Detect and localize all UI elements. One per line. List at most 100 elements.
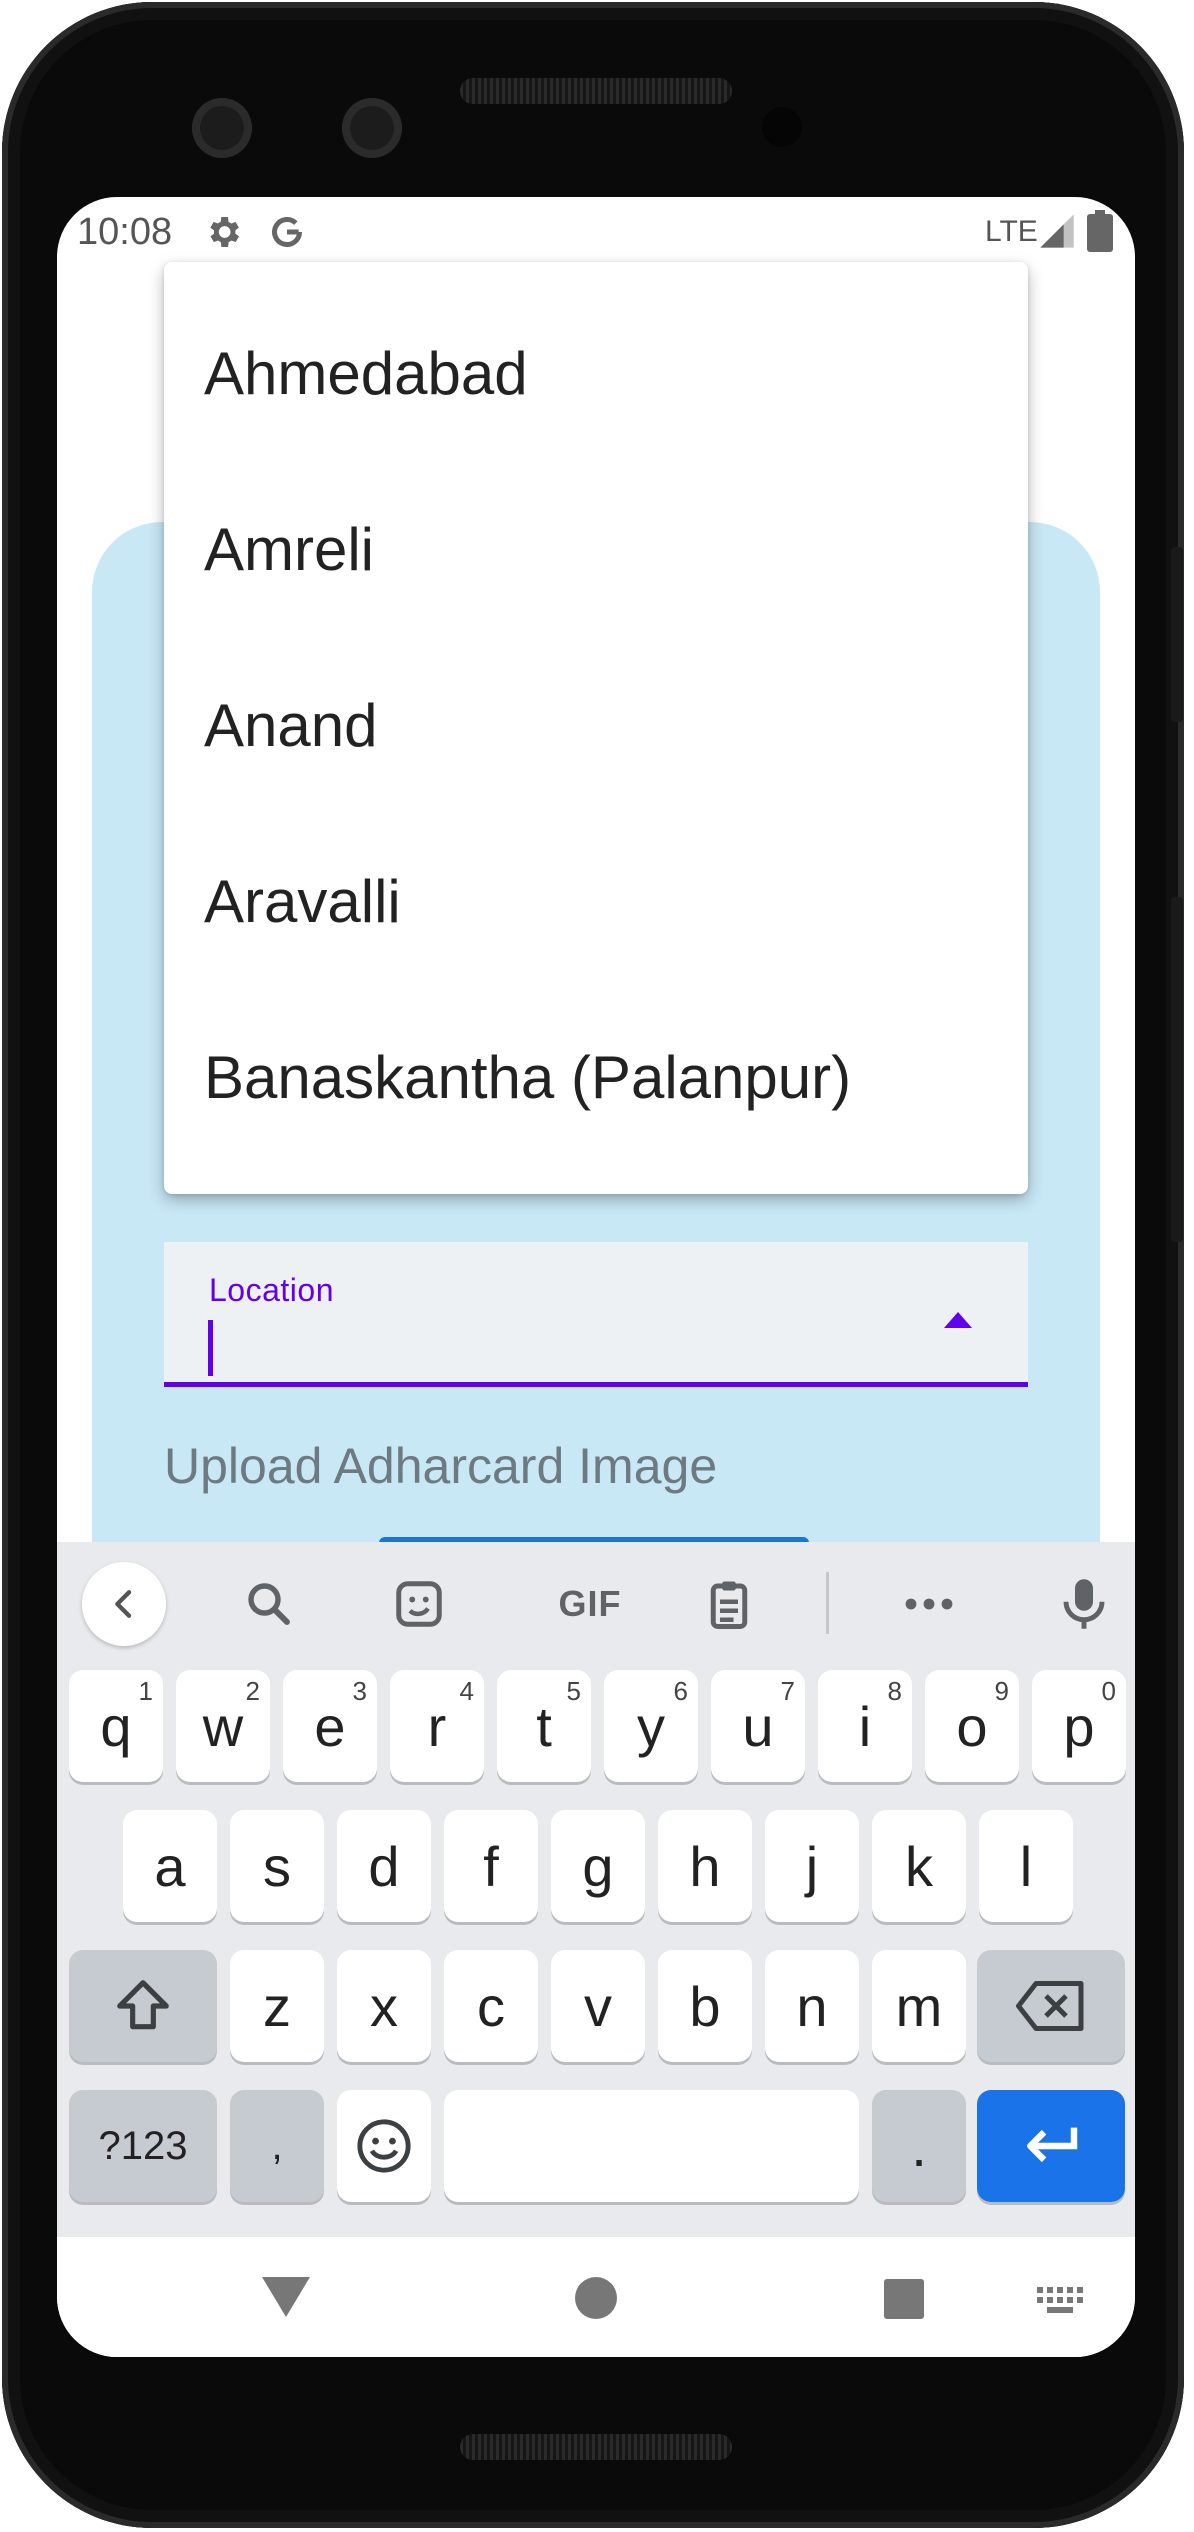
front-camera-secondary: [342, 98, 402, 158]
key-f[interactable]: f: [444, 1810, 538, 1922]
phone-frame: 10:08 LTE Location Upload Adharcard Imag…: [2, 2, 1184, 2528]
key-a[interactable]: a: [123, 1810, 217, 1922]
location-label: Location: [209, 1272, 334, 1308]
comma-key[interactable]: ,: [230, 2090, 324, 2202]
mic-icon[interactable]: [1052, 1572, 1116, 1636]
key-label: a: [154, 1834, 186, 1898]
space-bar[interactable]: [444, 2090, 859, 2202]
key-n[interactable]: n: [765, 1950, 859, 2062]
key-q[interactable]: q1: [69, 1670, 163, 1782]
backspace-icon[interactable]: [977, 1950, 1125, 2062]
google-g-icon: [267, 212, 307, 257]
key-e[interactable]: e3: [283, 1670, 377, 1782]
key-c[interactable]: c: [444, 1950, 538, 2062]
clipboard-icon[interactable]: [697, 1572, 761, 1636]
shift-icon[interactable]: [69, 1950, 217, 2062]
text-cursor: [208, 1320, 213, 1376]
key-label: i: [858, 1694, 872, 1758]
key-label: q: [100, 1694, 132, 1758]
key-label: z: [263, 1974, 291, 2038]
earpiece-speaker: [460, 78, 732, 104]
key-b[interactable]: b: [658, 1950, 752, 2062]
signal-icon: [1037, 211, 1077, 256]
key-label: e: [314, 1694, 346, 1758]
dropdown-item[interactable]: Amreli: [164, 448, 1028, 624]
location-dropdown-menu: Ahmedabad Amreli Anand Aravalli Banaskan…: [164, 262, 1028, 1194]
location-dropdown-field[interactable]: Location: [164, 1242, 1028, 1387]
key-hint: 2: [245, 1676, 260, 1706]
dropdown-item[interactable]: Anand: [164, 624, 1028, 800]
key-label: t: [536, 1694, 552, 1758]
key-z[interactable]: z: [230, 1950, 324, 2062]
key-i[interactable]: i8: [818, 1670, 912, 1782]
key-w[interactable]: w2: [176, 1670, 270, 1782]
nav-home-icon[interactable]: [575, 2277, 617, 2319]
key-label: w: [202, 1694, 244, 1758]
key-k[interactable]: k: [872, 1810, 966, 1922]
key-h[interactable]: h: [658, 1810, 752, 1922]
gif-icon[interactable]: GIF: [535, 1572, 645, 1636]
dropdown-item-label: Ahmedabad: [204, 340, 528, 407]
status-bar: 10:08 LTE: [57, 197, 1135, 269]
key-r[interactable]: r4: [390, 1670, 484, 1782]
key-label: j: [805, 1834, 819, 1898]
nav-recents-icon[interactable]: [884, 2279, 924, 2319]
key-j[interactable]: j: [765, 1810, 859, 1922]
status-time: 10:08: [77, 211, 173, 253]
dropdown-item[interactable]: Aravalli: [164, 800, 1028, 976]
period-key[interactable]: .: [872, 2090, 966, 2202]
key-t[interactable]: t5: [497, 1670, 591, 1782]
key-label: c: [477, 1974, 505, 2038]
front-camera: [192, 98, 252, 158]
key-hint: 1: [138, 1676, 153, 1706]
key-label: r: [427, 1694, 447, 1758]
key-label: k: [905, 1834, 933, 1898]
toolbar-divider: [826, 1572, 829, 1634]
key-label: f: [483, 1834, 499, 1898]
key-label: m: [895, 1974, 943, 2038]
key-label: ,: [271, 2123, 283, 2168]
dropdown-item[interactable]: Banaskantha (Palanpur): [164, 976, 1028, 1152]
arrow-up-icon[interactable]: [944, 1312, 972, 1328]
key-hint: 4: [459, 1676, 474, 1706]
search-icon[interactable]: [237, 1572, 301, 1636]
volume-button: [1171, 897, 1183, 1242]
dropdown-item[interactable]: Ahmedabad: [164, 272, 1028, 448]
key-label: v: [584, 1974, 612, 2038]
bottom-speaker: [460, 2434, 732, 2460]
key-hint: 6: [673, 1676, 688, 1706]
soft-keyboard: GIF q1 w2 e3 r4 t5 y6 u7 i8 o 9 p 0 a s …: [57, 1542, 1135, 2237]
keyboard-switch-icon[interactable]: [1037, 2287, 1087, 2320]
key-s[interactable]: s: [230, 1810, 324, 1922]
symbols-key[interactable]: ?123: [69, 2090, 217, 2202]
dropdown-item-label: Aravalli: [204, 868, 401, 935]
key-hint: 8: [887, 1676, 902, 1706]
more-icon[interactable]: [897, 1572, 961, 1636]
key-hint: 9: [994, 1676, 1009, 1706]
key-y[interactable]: y6: [604, 1670, 698, 1782]
key-label: b: [689, 1974, 721, 2038]
dropdown-item-label: Anand: [204, 692, 378, 759]
sticker-icon[interactable]: [387, 1572, 451, 1636]
key-label: y: [637, 1694, 665, 1758]
back-chevron-icon[interactable]: [82, 1562, 166, 1646]
key-o[interactable]: o9: [925, 1670, 1019, 1782]
gif-label: GIF: [558, 1583, 622, 1624]
key-g[interactable]: g: [551, 1810, 645, 1922]
key-label: x: [370, 1974, 398, 2038]
key-m[interactable]: m: [872, 1950, 966, 2062]
key-v[interactable]: v: [551, 1950, 645, 2062]
emoji-icon[interactable]: [337, 2090, 431, 2202]
key-p[interactable]: p0: [1032, 1670, 1126, 1782]
phone-screen: 10:08 LTE Location Upload Adharcard Imag…: [57, 197, 1135, 2357]
nav-back-icon[interactable]: [262, 2277, 310, 2317]
key-d[interactable]: d: [337, 1810, 431, 1922]
enter-icon[interactable]: [977, 2090, 1125, 2202]
power-button: [1171, 547, 1183, 722]
key-label: o: [956, 1694, 988, 1758]
key-x[interactable]: x: [337, 1950, 431, 2062]
key-u[interactable]: u7: [711, 1670, 805, 1782]
key-label: p: [1063, 1694, 1095, 1758]
key-l[interactable]: l: [979, 1810, 1073, 1922]
network-type: LTE: [985, 215, 1038, 248]
